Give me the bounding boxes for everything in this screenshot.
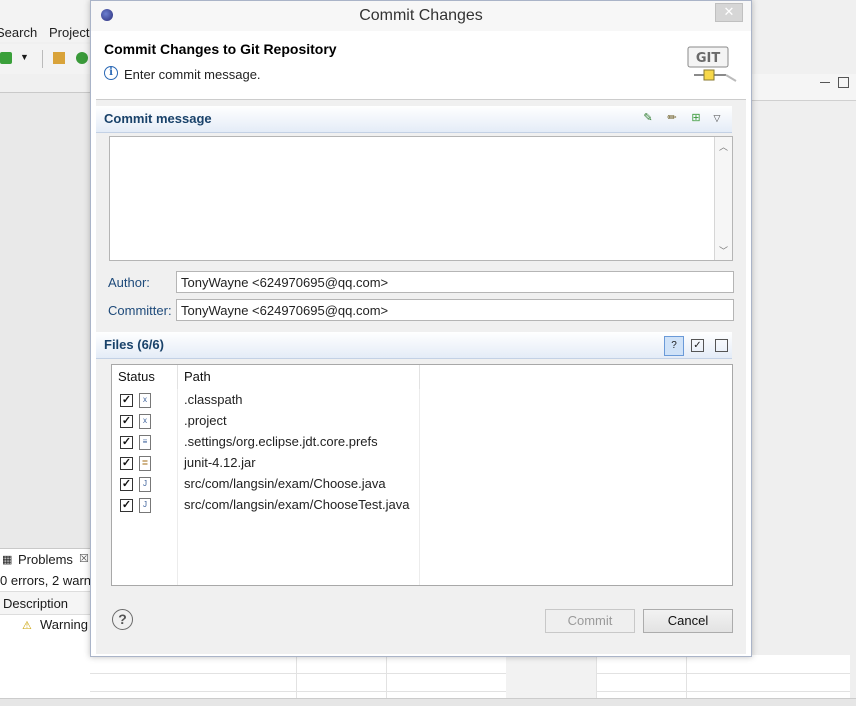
column-header-status[interactable]: Status [112,365,178,389]
file-checkbox[interactable]: ✓ [120,436,133,449]
eclipse-menubar: Search Project [0,22,96,42]
author-label: Author: [108,275,150,290]
file-checkbox[interactable]: ✓ [120,415,133,428]
menu-search[interactable]: Search [0,25,37,40]
change-id-icon[interactable]: ⊞ [689,111,703,125]
table-row[interactable]: ✓ x .project [112,412,732,433]
dialog-titlebar[interactable]: Commit Changes ✕ [91,1,751,31]
text-file-icon: ≡ [139,435,151,450]
new-package-icon[interactable] [53,52,65,64]
eclipse-titlebar [0,0,96,22]
git-logo-text: GIT [696,51,721,66]
file-path: src/com/langsin/exam/ChooseTest.java [184,497,410,512]
warning-icon: ⚠ [22,620,32,632]
deselect-all-icon[interactable] [715,339,728,352]
dropdown-arrow-icon[interactable]: ▼ [20,52,29,62]
commit-changes-dialog: Commit Changes ✕ Commit Changes to Git R… [90,0,752,657]
files-table: Status Path ✓ x .classpath ✓ x .project … [111,364,733,586]
column-header-path[interactable]: Path [178,365,420,389]
toolbar-separator [42,50,43,68]
java-file-icon: J [139,477,151,492]
editor-area [0,92,96,548]
commit-button[interactable]: Commit [545,609,635,633]
file-checkbox[interactable]: ✓ [120,457,133,470]
java-file-icon: J [139,498,151,513]
xml-file-icon: x [139,414,151,429]
file-path: .classpath [184,392,243,407]
committer-field[interactable]: TonyWayne <624970695@qq.com> [176,299,734,321]
table-row[interactable]: ✓ J src/com/langsin/exam/Choose.java [112,475,732,496]
file-path: junit-4.12.jar [184,455,256,470]
header-message: Enter commit message. [124,67,261,82]
view-menu-chevron-down-icon[interactable]: ▽ [710,111,724,125]
files-section-header: Files (6/6) ? ✓ [96,332,732,359]
git-logo-icon: GIT [686,45,738,85]
problems-summary: 0 errors, 2 warn [0,573,92,588]
new-class-icon[interactable] [76,52,88,64]
table-row[interactable]: ✓ ≣ junit-4.12.jar [112,454,732,475]
author-field[interactable]: TonyWayne <624970695@qq.com> [176,271,734,293]
problems-tab[interactable]: Problems [18,552,73,567]
file-checkbox[interactable]: ✓ [120,394,133,407]
minimize-icon[interactable] [820,82,830,83]
help-icon[interactable]: ? [112,609,133,630]
show-untracked-icon[interactable]: ? [664,336,684,356]
files-section-title: Files (6/6) [104,337,164,352]
committer-label: Committer: [108,303,172,318]
warning-row-label[interactable]: Warning [40,617,88,632]
commit-message-section-header: Commit message ✎ ✏ ⊞ ▽ [96,106,732,133]
dialog-header: Commit Changes to Git Repository i Enter… [96,31,746,100]
maximize-icon[interactable] [838,77,849,88]
file-path: .project [184,413,227,428]
select-all-icon[interactable]: ✓ [691,339,704,352]
outline-view-toolbar [750,74,856,101]
dialog-body: Commit message ✎ ✏ ⊞ ▽ ︿ ﹀ Author: TonyW… [96,100,746,654]
info-icon: i [104,66,118,80]
xml-file-icon: x [139,393,151,408]
eclipse-toolbar: ▼ [0,44,96,74]
problems-table-header: Description [0,591,96,615]
run-icon[interactable] [0,52,12,64]
table-row[interactable]: ✓ J src/com/langsin/exam/ChooseTest.java [112,496,732,517]
problems-icon: ▦ [2,554,13,566]
cancel-button[interactable]: Cancel [643,609,733,633]
table-row[interactable]: ✓ x .classpath [112,391,732,412]
commit-message-input[interactable]: ︿ ﹀ [109,136,733,261]
scroll-down-icon[interactable]: ﹀ [719,244,728,257]
jar-file-icon: ≣ [139,456,151,471]
header-title: Commit Changes to Git Repository [104,41,337,57]
close-button[interactable]: ✕ [715,3,743,22]
table-row[interactable]: ✓ ≡ .settings/org.eclipse.jdt.core.prefs [112,433,732,454]
commit-message-section-title: Commit message [104,111,212,126]
file-checkbox[interactable]: ✓ [120,478,133,491]
amend-icon[interactable]: ✏ [665,111,679,125]
close-tab-icon[interactable]: ☒ [79,552,89,565]
dialog-title: Commit Changes [359,7,483,24]
file-path: .settings/org.eclipse.jdt.core.prefs [184,434,378,449]
description-header[interactable]: Description [3,596,68,611]
problems-view: ▦ Problems ☒ 0 errors, 2 warn Descriptio… [0,548,96,706]
menu-project[interactable]: Project [49,25,89,40]
scroll-up-icon[interactable]: ︿ [719,140,728,153]
add-signed-off-icon[interactable]: ✎ [641,111,655,125]
commit-message-scrollbar[interactable]: ︿ ﹀ [714,137,732,260]
outline-view [750,74,856,698]
file-checkbox[interactable]: ✓ [120,499,133,512]
file-path: src/com/langsin/exam/Choose.java [184,476,386,491]
